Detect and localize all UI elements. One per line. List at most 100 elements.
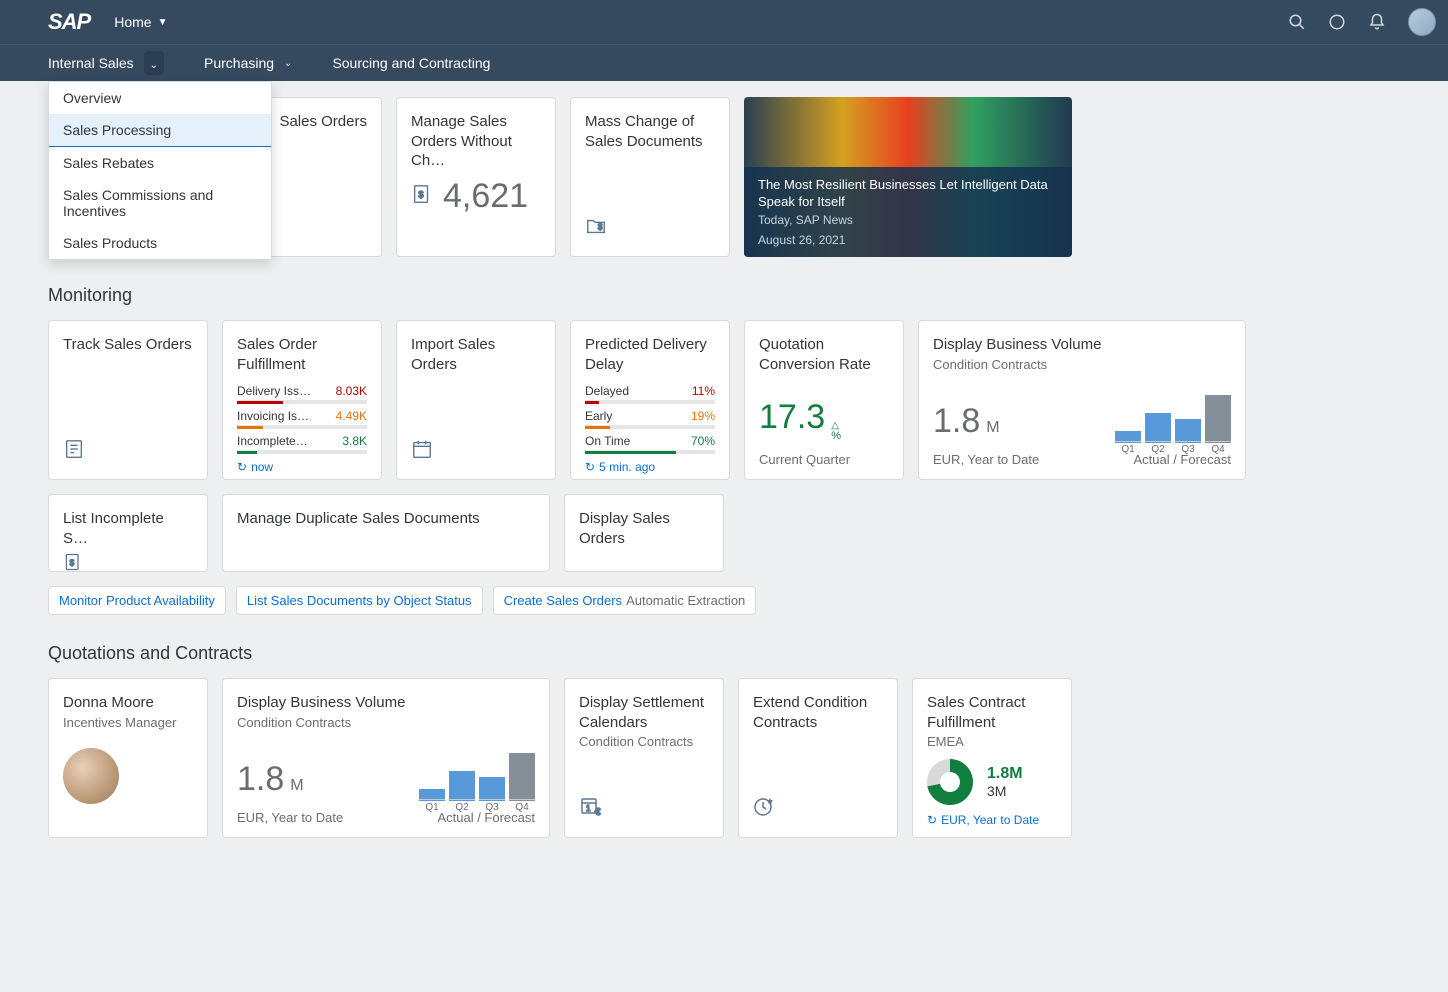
tile-caption: EUR, Year to Date: [933, 452, 1039, 467]
subnav-purchasing[interactable]: Purchasing ⌄: [204, 55, 292, 71]
home-label: Home: [114, 14, 151, 30]
donut-chart: [927, 759, 973, 805]
tile-title: Track Sales Orders: [63, 335, 193, 355]
news-date: August 26, 2021: [758, 233, 1058, 247]
tile-manage-duplicate[interactable]: Manage Duplicate Sales Documents: [222, 494, 550, 572]
tile-caption-right: Actual / Forecast: [437, 810, 535, 825]
link-monitor-availability[interactable]: Monitor Product Availability: [48, 586, 226, 615]
tile-caption: EUR, Year to Date: [237, 810, 343, 825]
refresh-link[interactable]: ↻ 5 min. ago: [585, 460, 715, 474]
svg-text:$: $: [598, 223, 603, 232]
kpi-value: 1.8: [237, 760, 284, 799]
chevron-down-icon: ⌄: [284, 58, 292, 69]
subnav-label: Internal Sales: [48, 55, 134, 71]
tile-sales-order-fulfillment[interactable]: Sales Order Fulfillment Delivery Iss…8.0…: [222, 320, 382, 480]
refresh-link[interactable]: ↻ EUR, Year to Date: [927, 813, 1039, 827]
folder-money-icon: $: [585, 215, 607, 242]
header-actions: [1288, 8, 1436, 36]
kpi-unit: M: [290, 777, 303, 795]
delivery-list: Delayed11% Early19% On Time70%: [585, 382, 715, 454]
tile-display-sales-orders[interactable]: Display Sales Orders: [564, 494, 724, 572]
tile-mass-change[interactable]: Mass Change of Sales Documents $: [570, 97, 730, 257]
dropdown-sales-processing[interactable]: Sales Processing: [49, 114, 271, 147]
tile-list-incomplete[interactable]: List Incomplete S… $: [48, 494, 208, 572]
news-headline: The Most Resilient Businesses Let Intell…: [758, 177, 1058, 211]
chevron-down-icon: ⌄: [144, 51, 164, 75]
tile-subtitle: Condition Contracts: [579, 734, 709, 749]
tile-title: Display Business Volume: [933, 335, 1231, 355]
kpi-value: 1.8: [933, 402, 980, 441]
bell-icon[interactable]: [1368, 13, 1386, 31]
tile-title: Display Settlement Calendars: [579, 693, 709, 732]
tile-title: Sales Contract Fulfillment: [927, 693, 1057, 732]
link-row: Monitor Product Availability List Sales …: [48, 586, 1400, 615]
kpi-unit: M: [986, 419, 999, 437]
tile-subtitle: Condition Contracts: [933, 357, 1231, 372]
person-avatar-icon: [63, 748, 119, 804]
dropdown-sales-commissions[interactable]: Sales Commissions and Incentives: [49, 179, 271, 227]
refresh-icon: ↻: [237, 460, 247, 474]
tile-number: 4,621: [443, 177, 528, 216]
subnav: Internal Sales ⌄ Purchasing ⌄ Sourcing a…: [0, 44, 1448, 81]
tile-caption-right: Actual / Forecast: [1133, 452, 1231, 467]
news-source: Today, SAP News: [758, 213, 1058, 227]
refresh-icon: ↻: [927, 813, 937, 827]
tile-sales-contract-fulfillment[interactable]: Sales Contract Fulfillment EMEA 1.8M 3M …: [912, 678, 1072, 838]
tile-subtitle: EMEA: [927, 734, 1057, 749]
tile-subtitle: Condition Contracts: [237, 715, 535, 730]
tile-track-sales-orders[interactable]: Track Sales Orders: [48, 320, 208, 480]
copilot-icon[interactable]: [1328, 13, 1346, 31]
link-list-by-status[interactable]: List Sales Documents by Object Status: [236, 586, 483, 615]
tile-import-sales-orders[interactable]: Import Sales Orders: [396, 320, 556, 480]
link-create-sales-orders[interactable]: Create Sales OrdersAutomatic Extraction: [493, 586, 757, 615]
tile-title: Display Business Volume: [237, 693, 535, 713]
shell-header: SAP Home ▼: [0, 0, 1448, 44]
tile-title: Predicted Delivery Delay: [585, 335, 715, 374]
document-money-icon: $: [411, 183, 433, 210]
tile-settlement-calendars[interactable]: Display Settlement Calendars Condition C…: [564, 678, 724, 838]
tile-title: Display Sales Orders: [579, 509, 709, 548]
fulfillment-list: Delivery Iss…8.03K Invoicing Is…4.49K In…: [237, 382, 367, 454]
tile-business-volume-2[interactable]: Display Business Volume Condition Contra…: [222, 678, 550, 838]
subnav-internal-sales[interactable]: Internal Sales ⌄: [48, 51, 164, 75]
svg-text:$: $: [70, 557, 75, 567]
calendar-icon: [411, 438, 433, 465]
kpi-value: 17.3: [759, 398, 825, 437]
tile-caption: Current Quarter: [759, 452, 850, 467]
section-monitoring-title: Monitoring: [48, 285, 1400, 306]
tile-quotation-conversion[interactable]: Quotation Conversion Rate 17.3 △ % Curre…: [744, 320, 904, 480]
svg-text:€: €: [595, 807, 601, 818]
home-dropdown[interactable]: Home ▼: [114, 14, 167, 30]
tile-title: Manage Duplicate Sales Documents: [237, 509, 535, 529]
tile-title: Extend Condition Contracts: [753, 693, 883, 732]
subnav-label: Purchasing: [204, 55, 274, 71]
dropdown-sales-rebates[interactable]: Sales Rebates: [49, 147, 271, 179]
user-avatar[interactable]: [1408, 8, 1436, 36]
section-quotations-title: Quotations and Contracts: [48, 643, 1400, 664]
refresh-icon: ↻: [585, 460, 595, 474]
tile-title: List Incomplete S…: [63, 509, 193, 548]
news-tile[interactable]: The Most Resilient Businesses Let Intell…: [744, 97, 1072, 257]
bar-chart: [1115, 391, 1231, 443]
tile-extend-contracts[interactable]: Extend Condition Contracts: [738, 678, 898, 838]
search-icon[interactable]: [1288, 13, 1306, 31]
tile-title: Mass Change of Sales Documents: [585, 112, 715, 151]
sap-logo: SAP: [48, 9, 90, 35]
caret-down-icon: ▼: [158, 17, 168, 28]
tile-title: Import Sales Orders: [411, 335, 541, 374]
refresh-link[interactable]: ↻ now: [237, 460, 367, 474]
tile-person[interactable]: Donna Moore Incentives Manager: [48, 678, 208, 838]
tile-business-volume[interactable]: Display Business Volume Condition Contra…: [918, 320, 1246, 480]
donut-value-primary: 1.8M: [987, 765, 1023, 783]
list-icon: [63, 438, 85, 465]
tile-title: Quotation Conversion Rate: [759, 335, 889, 374]
svg-text:$: $: [418, 190, 423, 200]
calendar-euro-icon: 1€: [579, 794, 603, 823]
kpi-unit: △ %: [831, 421, 841, 442]
subnav-sourcing[interactable]: Sourcing and Contracting: [332, 55, 490, 71]
subnav-label: Sourcing and Contracting: [332, 55, 490, 71]
tile-predicted-delivery[interactable]: Predicted Delivery Delay Delayed11% Earl…: [570, 320, 730, 480]
dropdown-sales-products[interactable]: Sales Products: [49, 227, 271, 259]
dropdown-overview[interactable]: Overview: [49, 82, 271, 114]
tile-manage-no-charge[interactable]: Manage Sales Orders Without Ch… $ 4,621: [396, 97, 556, 257]
